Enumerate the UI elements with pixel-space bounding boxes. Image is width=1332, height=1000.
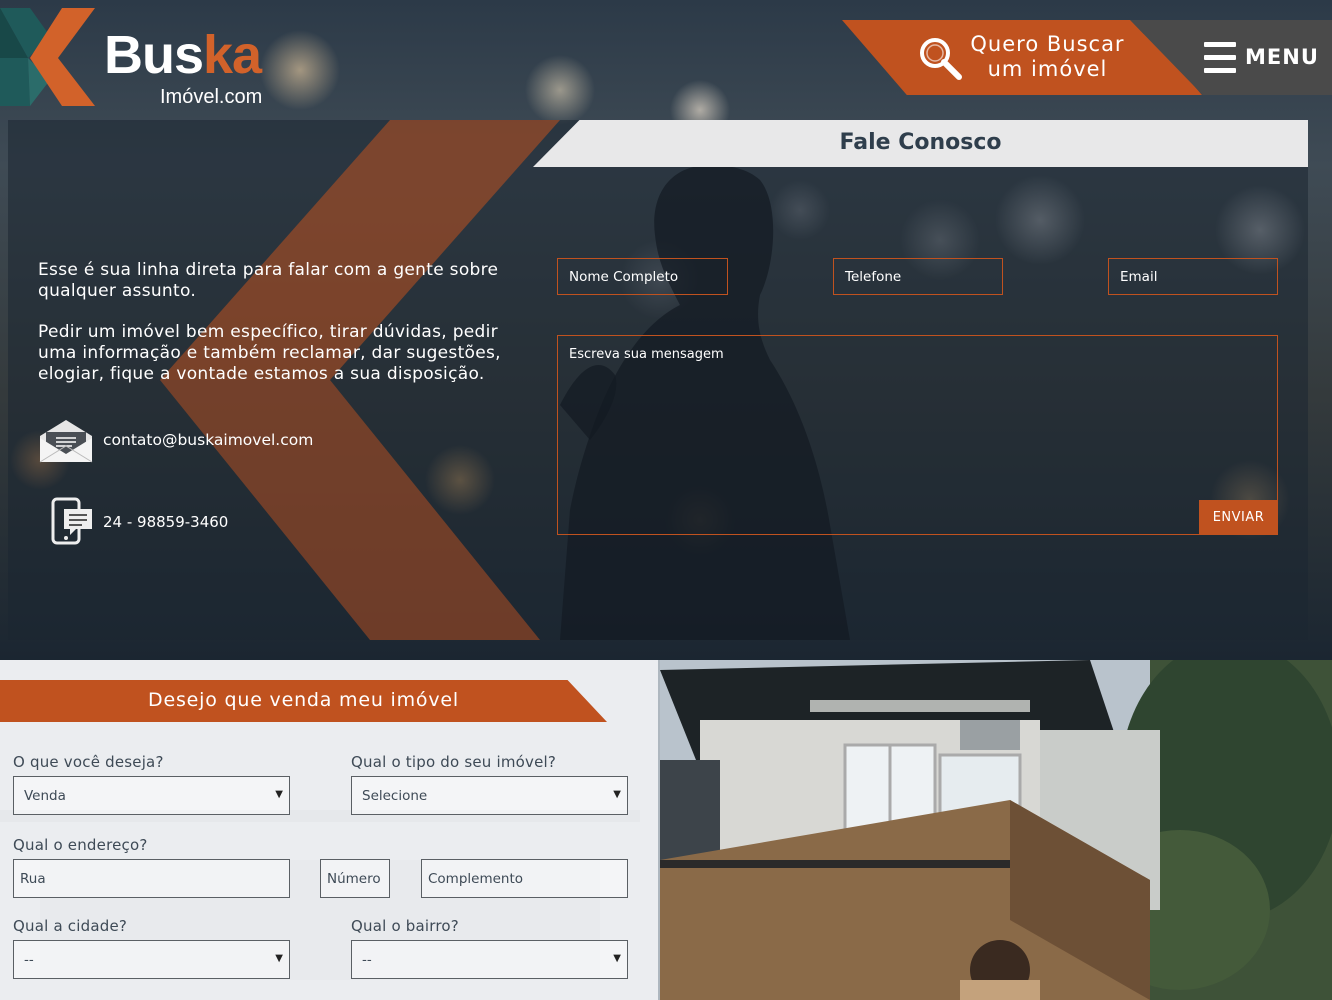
sell-title: Desejo que venda meu imóvel <box>148 689 459 711</box>
email-input[interactable]: Email <box>1108 258 1278 295</box>
caret-down-icon: ▼ <box>613 953 621 964</box>
desire-label: O que você deseja? <box>13 753 164 771</box>
contact-title-bar: Fale Conosco <box>533 120 1308 167</box>
street-input[interactable]: Rua <box>13 859 290 898</box>
contact-phone[interactable]: 24 - 98859-3460 <box>103 513 228 531</box>
message-textarea[interactable]: Escreva sua mensagem <box>557 335 1278 535</box>
logo-subtitle: Imóvel.com <box>160 86 263 108</box>
desire-select[interactable]: Venda ▼ <box>13 776 290 815</box>
caret-down-icon: ▼ <box>275 789 283 800</box>
property-type-select[interactable]: Selecione ▼ <box>351 776 628 815</box>
send-button[interactable]: ENVIAR <box>1199 500 1278 535</box>
contact-paragraph-2: Pedir um imóvel bem específico, tirar dú… <box>38 322 501 384</box>
address-label: Qual o endereço? <box>13 836 148 854</box>
buska-logo[interactable]: Buska Imóvel.com <box>0 8 300 108</box>
contact-paragraph-1: Esse é sua linha direta para falar com a… <box>38 260 499 301</box>
city-select[interactable]: -- ▼ <box>13 940 290 979</box>
envelope-icon <box>39 420 93 463</box>
caret-down-icon: ▼ <box>613 789 621 800</box>
name-input[interactable]: Nome Completo <box>557 258 728 295</box>
sell-title-bar: Desejo que venda meu imóvel <box>0 680 607 722</box>
city-label: Qual a cidade? <box>13 917 128 935</box>
search-icon <box>920 38 962 80</box>
contact-title: Fale Conosco <box>839 130 1002 155</box>
phone-input[interactable]: Telefone <box>833 258 1003 295</box>
number-input[interactable]: Número <box>320 859 390 898</box>
menu-label: MENU <box>1245 45 1319 69</box>
property-type-label: Qual o tipo do seu imóvel? <box>351 753 557 771</box>
search-button-label: Quero Buscar um imóvel <box>970 32 1125 81</box>
hamburger-icon <box>1204 42 1236 74</box>
caret-down-icon: ▼ <box>275 953 283 964</box>
logo-wordmark: Buska <box>104 25 262 85</box>
contact-email[interactable]: contato@buskaimovel.com <box>103 431 313 449</box>
sell-section: Desejo que venda meu imóvel O que você d… <box>0 660 1332 1000</box>
complement-input[interactable]: Complemento <box>421 859 628 898</box>
district-label: Qual o bairro? <box>351 917 459 935</box>
district-select[interactable]: -- ▼ <box>351 940 628 979</box>
logo-k-icon <box>0 8 95 106</box>
phone-message-icon <box>51 497 92 545</box>
contact-description: Esse é sua linha direta para falar com a… <box>38 260 518 405</box>
